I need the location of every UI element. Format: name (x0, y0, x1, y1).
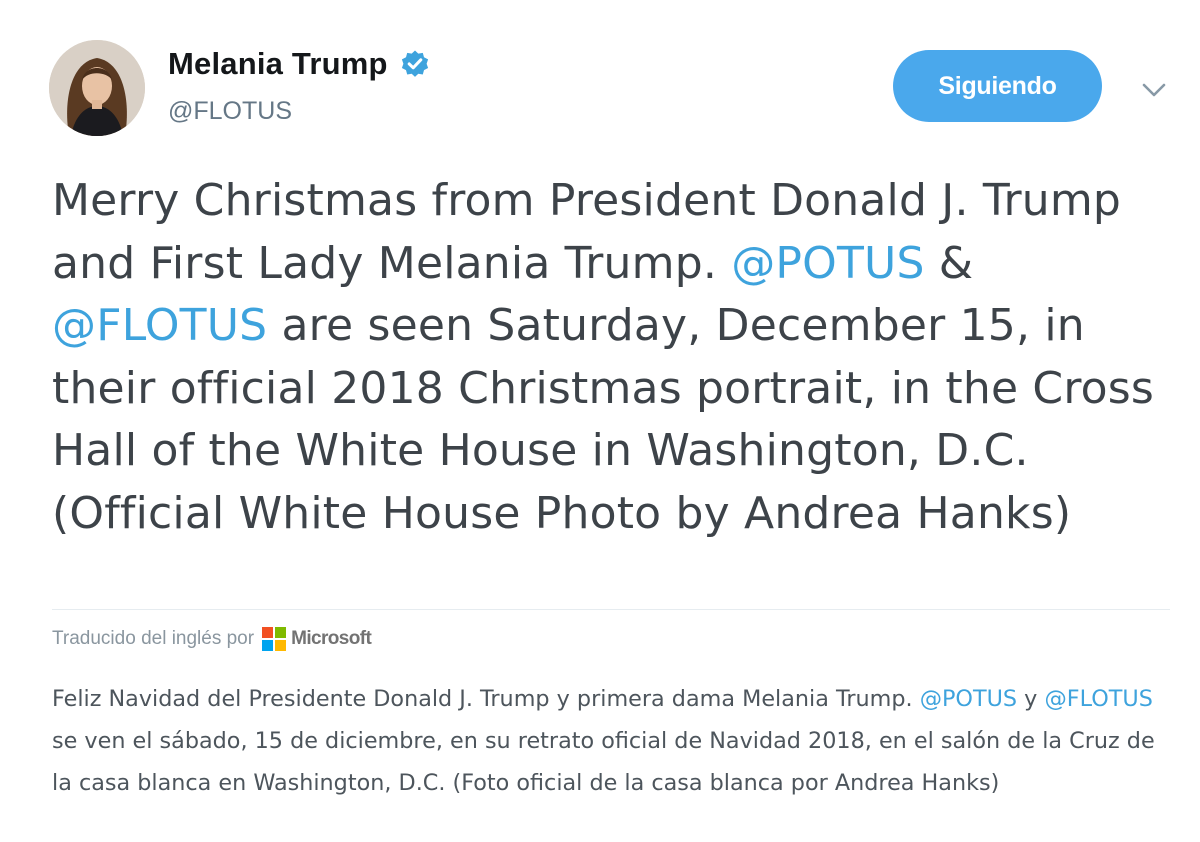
microsoft-logo-icon[interactable] (262, 627, 287, 651)
translation-provider[interactable]: Microsoft (291, 628, 372, 650)
avatar[interactable] (49, 40, 145, 136)
translated-text-segment: se ven el sábado, 15 de diciembre, en su… (52, 728, 1155, 796)
author-name-row[interactable]: Melania Trump (168, 46, 430, 82)
translated-text-segment: Feliz Navidad del Presidente Donald J. T… (52, 686, 920, 712)
following-button[interactable]: Siguiendo (893, 50, 1102, 122)
mention-potus-link[interactable]: @POTUS (731, 238, 924, 289)
author-display-name[interactable]: Melania Trump (168, 46, 388, 82)
divider (52, 609, 1170, 610)
avatar-photo (49, 40, 145, 136)
tweet-text: Merry Christmas from President Donald J.… (52, 170, 1162, 545)
author-handle[interactable]: @FLOTUS (168, 97, 292, 126)
mention-flotus-link[interactable]: @FLOTUS (52, 300, 267, 351)
verified-badge-icon (400, 49, 430, 79)
chevron-down-icon[interactable] (1140, 80, 1168, 100)
translated-text-segment: y (1017, 686, 1045, 712)
translation-label: Traducido del inglés por (52, 628, 255, 649)
mention-flotus-link[interactable]: @FLOTUS (1044, 686, 1152, 712)
translated-tweet-text: Feliz Navidad del Presidente Donald J. T… (52, 678, 1172, 804)
tweet-text-segment: & (924, 237, 974, 289)
translation-attribution: Traducido del inglés por Microsoft (52, 627, 372, 651)
mention-potus-link[interactable]: @POTUS (920, 686, 1017, 712)
